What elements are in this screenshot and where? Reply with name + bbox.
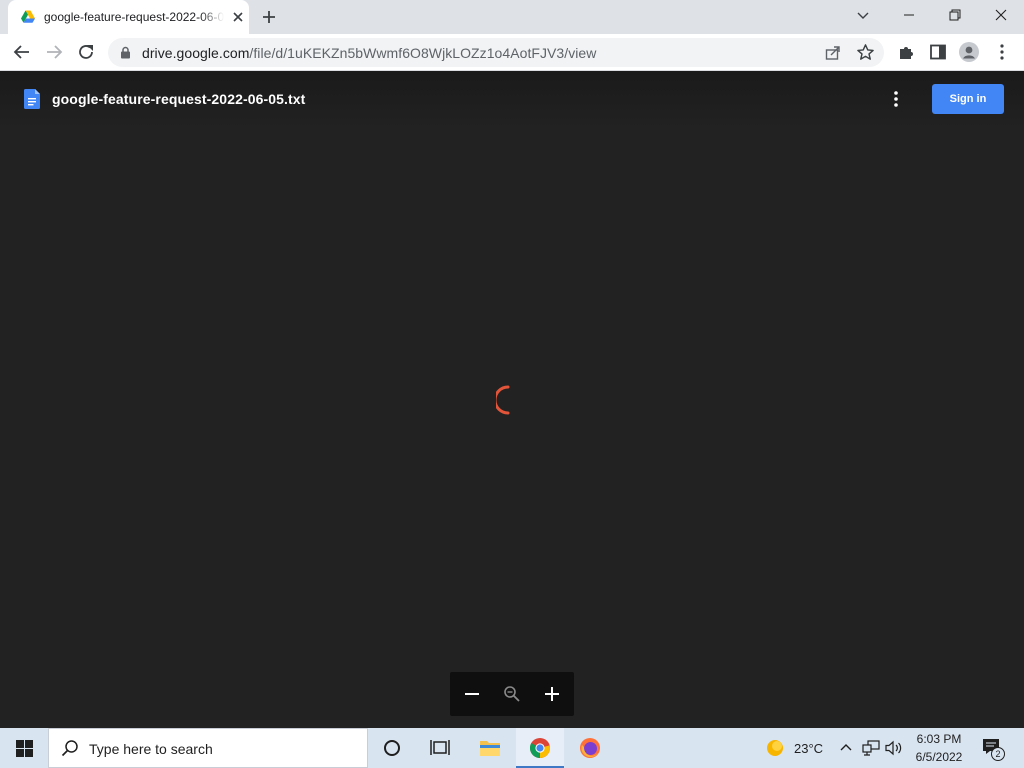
- taskbar-search-input[interactable]: Type here to search: [48, 728, 368, 768]
- extensions-button[interactable]: [895, 41, 917, 63]
- address-bar[interactable]: drive.google.com/file/d/1uKEKZn5bWwmf6O8…: [108, 38, 884, 67]
- side-panel-button[interactable]: [927, 41, 949, 63]
- chrome-taskbar-button[interactable]: [516, 728, 564, 768]
- browser-toolbar: drive.google.com/file/d/1uKEKZn5bWwmf6O8…: [0, 34, 1024, 71]
- close-icon: [995, 9, 1007, 21]
- url-host: drive.google.com: [142, 45, 250, 61]
- network-icon[interactable]: [862, 740, 880, 756]
- file-viewer: google-feature-request-2022-06-05.txt Si…: [0, 71, 1024, 728]
- profile-button[interactable]: [958, 41, 980, 63]
- clock-time: 6:03 PM: [916, 732, 962, 746]
- kebab-menu-icon: [894, 91, 898, 107]
- firefox-icon: [580, 738, 600, 758]
- arrow-right-icon: [47, 45, 63, 59]
- cortana-circle-icon: [384, 740, 400, 756]
- bookmark-star-icon[interactable]: [856, 43, 875, 62]
- weather-sun-icon: [767, 740, 783, 756]
- url-text: drive.google.com/file/d/1uKEKZn5bWwmf6O8…: [142, 45, 596, 61]
- weather-temperature[interactable]: 23°C: [794, 741, 823, 756]
- search-icon: [61, 740, 78, 757]
- task-view-icon: [430, 740, 450, 755]
- reload-icon: [79, 45, 93, 59]
- file-title: google-feature-request-2022-06-05.txt: [52, 91, 306, 107]
- folder-icon: [480, 741, 500, 756]
- sign-in-button[interactable]: Sign in: [932, 84, 1004, 114]
- cortana-button[interactable]: [368, 728, 416, 768]
- google-drive-icon: [21, 10, 35, 23]
- google-docs-icon: [24, 89, 40, 109]
- plus-icon: [545, 687, 559, 701]
- zoom-out-button[interactable]: [460, 682, 484, 706]
- lock-icon[interactable]: [120, 46, 131, 59]
- zoom-in-button[interactable]: [540, 682, 564, 706]
- arrow-left-icon: [13, 45, 29, 59]
- close-window-button[interactable]: [978, 0, 1024, 30]
- loading-spinner-icon: [496, 385, 510, 415]
- puzzle-icon: [899, 46, 913, 59]
- tab-strip: google-feature-request-2022-06-05.txt - …: [0, 0, 1024, 34]
- search-placeholder: Type here to search: [89, 741, 213, 757]
- minus-icon: [465, 693, 479, 695]
- taskbar: Type here to search 23°C 6:03 PM 6/5/202…: [0, 728, 1024, 768]
- tab-title: google-feature-request-2022-06-05.txt - …: [44, 10, 224, 24]
- back-button[interactable]: [11, 41, 33, 63]
- avatar-icon: [959, 42, 979, 62]
- browser-tab[interactable]: google-feature-request-2022-06-05.txt - …: [8, 0, 249, 34]
- system-clock[interactable]: 6:03 PM 6/5/2022: [908, 730, 970, 766]
- new-tab-icon[interactable]: [258, 6, 280, 28]
- chevron-up-icon[interactable]: [840, 742, 852, 752]
- task-view-button[interactable]: [416, 728, 464, 768]
- zoom-controls: [450, 672, 574, 716]
- chevron-down-icon: [857, 12, 869, 19]
- clock-date: 6/5/2022: [915, 750, 963, 764]
- url-path: /file/d/1uKEKZn5bWwmf6O8WjkLOZz1o4AotFJV…: [249, 45, 597, 61]
- restore-icon: [949, 9, 961, 21]
- magnifier-icon: [504, 686, 520, 702]
- viewer-header: google-feature-request-2022-06-05.txt Si…: [0, 71, 1024, 129]
- minimize-icon: [904, 14, 914, 16]
- start-button[interactable]: [0, 728, 48, 768]
- firefox-taskbar-button[interactable]: [566, 728, 614, 768]
- side-panel-icon: [930, 44, 946, 60]
- notification-count-badge: 2: [991, 747, 1005, 761]
- reload-button[interactable]: [75, 41, 97, 63]
- volume-icon[interactable]: [885, 740, 903, 756]
- browser-menu-button[interactable]: [991, 41, 1013, 63]
- tab-search-button[interactable]: [840, 0, 886, 30]
- minimize-button[interactable]: [886, 0, 932, 30]
- forward-button[interactable]: [43, 41, 65, 63]
- more-actions-button[interactable]: [885, 88, 907, 110]
- close-tab-icon[interactable]: [230, 9, 246, 25]
- restore-button[interactable]: [932, 0, 978, 30]
- windows-logo-icon: [15, 739, 33, 757]
- notification-center-button[interactable]: 2: [982, 738, 1005, 761]
- kebab-menu-icon: [1000, 44, 1004, 60]
- zoom-reset-button[interactable]: [500, 682, 524, 706]
- chrome-icon: [530, 738, 551, 758]
- share-icon[interactable]: [824, 44, 842, 62]
- file-explorer-button[interactable]: [466, 728, 514, 768]
